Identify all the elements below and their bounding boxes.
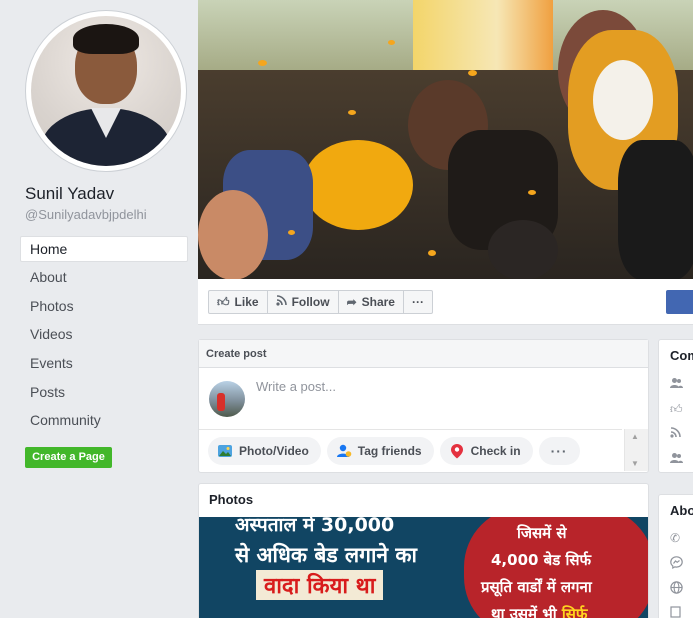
rss-icon <box>670 427 681 441</box>
nav-item-events[interactable]: Events <box>20 348 188 377</box>
nav-item-community[interactable]: Community <box>20 405 188 434</box>
action-buttons: 👍︎ Like Follow ➦ Share ··· <box>208 290 433 314</box>
photo-hair <box>73 24 139 54</box>
page-name[interactable]: Sunil Yadav <box>25 184 114 204</box>
share-arrow-icon: ➦ <box>346 295 357 309</box>
composer-scrollbar[interactable]: ▲ ▼ <box>624 429 648 471</box>
rss-icon <box>275 295 287 309</box>
nav-item-videos[interactable]: Videos <box>20 319 188 348</box>
cover-person <box>618 140 693 279</box>
tag-friends-button[interactable]: Tag friends <box>326 436 434 465</box>
page-action-bar: 👍︎ Like Follow ➦ Share ··· <box>198 279 693 325</box>
follow-label: Follow <box>291 295 330 309</box>
nav-item-photos[interactable]: Photos <box>20 291 188 320</box>
community-title[interactable]: Com <box>670 348 693 363</box>
share-label: Share <box>361 295 395 309</box>
cover-petal <box>528 190 536 195</box>
globe-icon <box>670 581 683 597</box>
share-button[interactable]: ➦ Share <box>339 291 404 313</box>
thumbs-up-icon: 👍︎ <box>217 294 230 309</box>
cover-shirt <box>593 60 653 140</box>
about-title[interactable]: Abo <box>670 503 693 518</box>
cover-photo[interactable] <box>198 0 693 279</box>
about-card: Abo ✆ <box>658 494 693 618</box>
photo-text-line: से अधिक बेड लगाने का <box>235 543 417 567</box>
composer-actions: Photo/Video Tag friends Check in ··· <box>199 429 622 471</box>
callout-text-line: जिसमें से <box>517 524 567 542</box>
photos-header[interactable]: Photos <box>199 484 648 517</box>
cover-petal <box>428 250 436 256</box>
location-pin-icon <box>449 443 465 459</box>
page-nav: Home About Photos Videos Events Posts Co… <box>20 236 188 434</box>
scroll-up-arrow-icon[interactable]: ▲ <box>631 432 639 441</box>
messenger-icon <box>670 556 683 572</box>
composer-avatar <box>209 381 245 417</box>
profile-photo <box>31 16 181 166</box>
callout-text-line: था उसमें भी सिर्फ <box>491 604 588 618</box>
photo-text-highlight: वादा किया था <box>256 570 384 600</box>
cover-flowers <box>303 140 413 230</box>
create-post-card: Create post Write a post... Photo/Video … <box>198 339 649 473</box>
cover-petal <box>348 110 356 115</box>
follow-button[interactable]: Follow <box>268 291 339 313</box>
avatar-figure <box>217 393 225 411</box>
cover-hand <box>198 190 268 279</box>
check-in-button[interactable]: Check in <box>439 436 533 465</box>
create-page-button[interactable]: Create a Page <box>25 447 112 468</box>
cover-person <box>488 220 558 279</box>
cover-petal <box>388 40 395 45</box>
callout-text-yellow: सिर्फ <box>561 605 588 618</box>
photos-card: Photos अस्पताल में 30,000 से अधिक बेड लग… <box>198 483 649 618</box>
like-button[interactable]: 👍︎ Like <box>209 291 268 313</box>
people-icon <box>670 377 683 392</box>
photo-text-line: अस्पताल में 30,000 <box>235 517 395 536</box>
photo-video-button[interactable]: Photo/Video <box>208 436 321 465</box>
nav-item-posts[interactable]: Posts <box>20 377 188 406</box>
callout-text-line: 4,000 बेड सिर्फ <box>491 551 592 569</box>
create-post-header: Create post <box>199 340 648 368</box>
check-in-label: Check in <box>470 443 521 458</box>
callout-text-line: प्रसूति वार्डों में लगना <box>481 578 592 596</box>
more-options-button[interactable]: ··· <box>404 291 432 313</box>
thumbs-up-icon: 👍︎ <box>670 402 683 416</box>
friends-icon <box>670 452 683 467</box>
primary-action-button[interactable] <box>666 290 693 314</box>
tag-friends-label: Tag friends <box>357 443 422 458</box>
cover-petal <box>258 60 267 66</box>
nav-item-home[interactable]: Home <box>20 236 188 262</box>
page-username[interactable]: @Sunilyadavbjpdelhi <box>25 207 147 222</box>
photo-icon <box>217 443 233 459</box>
composer-more-button[interactable]: ··· <box>538 436 580 465</box>
write-post-input[interactable]: Write a post... <box>256 379 336 394</box>
community-card: Com 👍︎ <box>658 339 693 473</box>
cover-poster <box>413 0 553 74</box>
phone-icon: ✆ <box>670 531 681 545</box>
cover-petal <box>288 230 295 235</box>
profile-picture[interactable] <box>25 10 187 172</box>
cover-petal <box>468 70 477 76</box>
left-column: Sunil Yadav @Sunilyadavbjpdelhi Home Abo… <box>0 0 198 618</box>
scroll-down-arrow-icon[interactable]: ▼ <box>631 459 639 468</box>
nav-item-about[interactable]: About <box>20 262 188 291</box>
photo-thumbnail[interactable]: अस्पताल में 30,000 से अधिक बेड लगाने का … <box>199 517 648 618</box>
page-icon <box>670 606 681 618</box>
photo-video-label: Photo/Video <box>239 443 309 458</box>
tag-friends-icon <box>336 443 352 459</box>
callout-text-plain: था उसमें भी <box>491 605 562 618</box>
like-label: Like <box>234 295 259 309</box>
